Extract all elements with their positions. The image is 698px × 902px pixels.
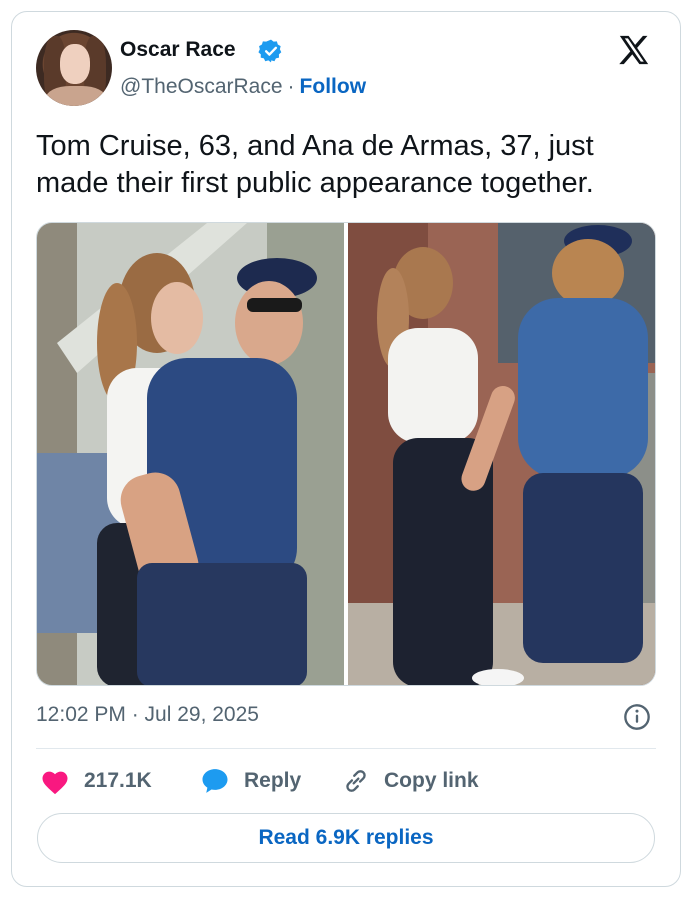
- copy-link-button[interactable]: Copy link: [342, 760, 479, 802]
- photo-right-image: [348, 223, 655, 685]
- reply-label: Reply: [244, 769, 302, 792]
- author-handle[interactable]: @TheOscarRace: [120, 75, 283, 98]
- author-name[interactable]: Oscar Race: [120, 38, 236, 62]
- action-bar: 217.1K Reply Copy link: [36, 760, 656, 802]
- divider: [36, 748, 656, 749]
- photo-left-image: [37, 223, 344, 685]
- avatar[interactable]: [36, 30, 112, 106]
- separator-dot: ·: [287, 75, 295, 98]
- reply-button[interactable]: Reply: [200, 760, 301, 802]
- photo-right[interactable]: [348, 223, 655, 685]
- copy-link-label: Copy link: [384, 769, 479, 792]
- verified-badge-icon: [258, 39, 282, 63]
- link-icon: [346, 770, 366, 792]
- follow-button[interactable]: Follow: [300, 75, 367, 98]
- x-logo-icon[interactable]: [616, 33, 652, 67]
- read-replies-button[interactable]: Read 6.9K replies: [37, 813, 655, 863]
- like-count: 217.1K: [84, 769, 152, 792]
- read-replies-label: Read 6.9K replies: [258, 826, 434, 849]
- photo-grid: [36, 222, 656, 686]
- photo-left[interactable]: [37, 223, 344, 685]
- info-icon[interactable]: [623, 703, 651, 731]
- tweet-timestamp[interactable]: 12:02 PM · Jul 29, 2025: [36, 703, 259, 727]
- author-handle-row: @TheOscarRace · Follow: [120, 75, 366, 99]
- like-button[interactable]: 217.1K: [40, 760, 152, 802]
- tweet-text: Tom Cruise, 63, and Ana de Armas, 37, ju…: [36, 130, 594, 199]
- speech-bubble-icon: [202, 769, 228, 793]
- heart-icon: [42, 771, 68, 795]
